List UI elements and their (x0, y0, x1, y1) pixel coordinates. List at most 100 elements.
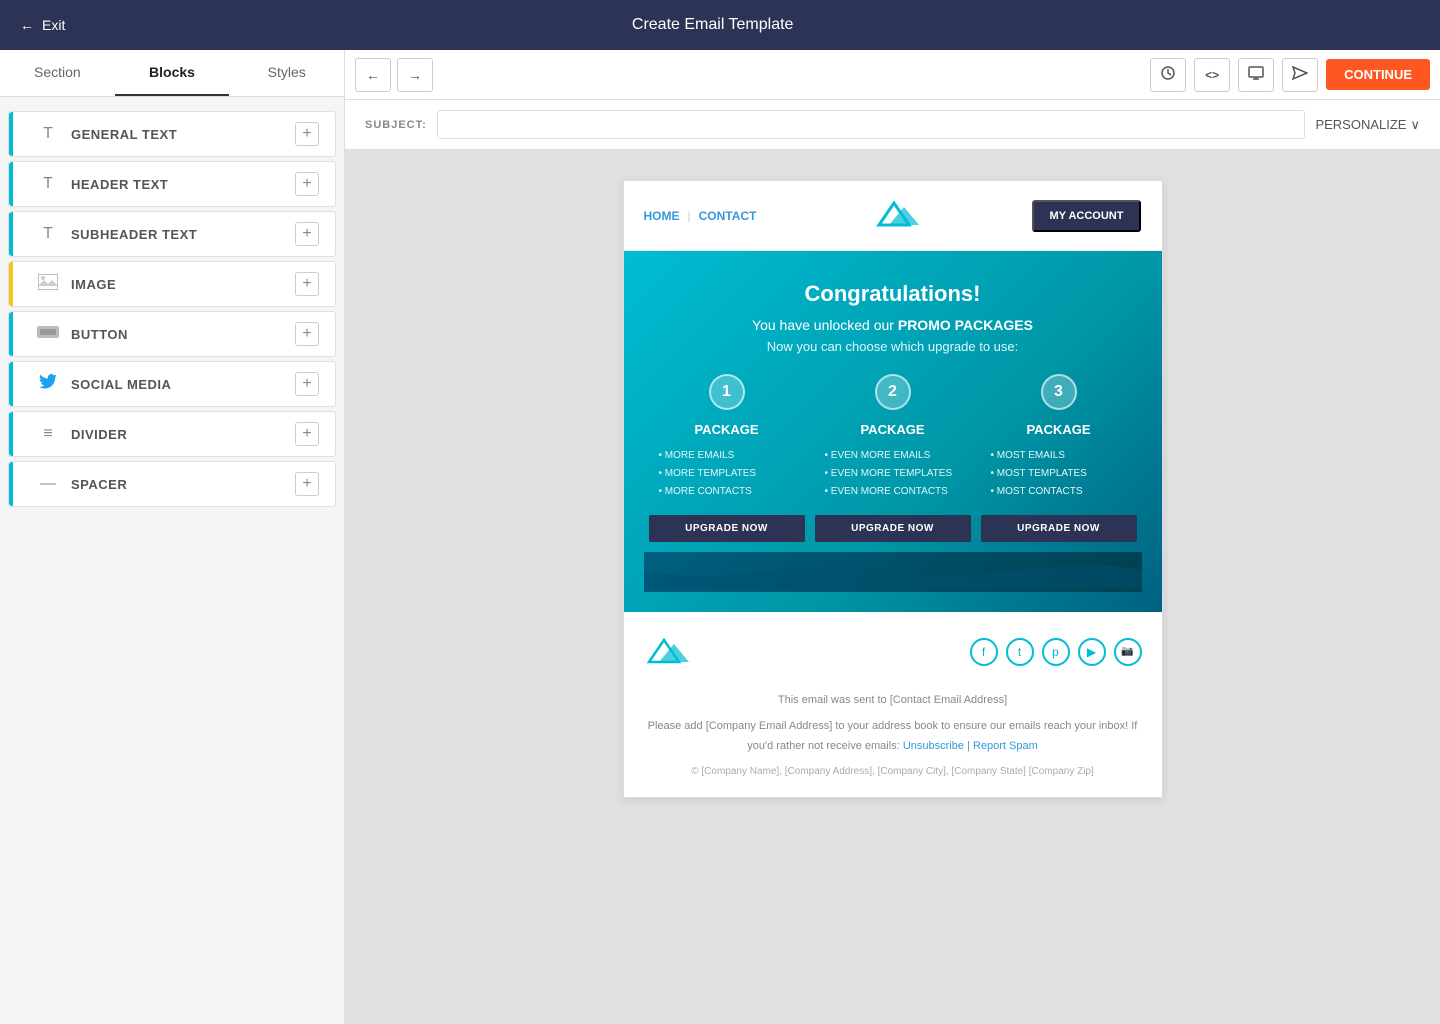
pinterest-icon[interactable]: p (1042, 638, 1070, 666)
add-subheader-text-button[interactable]: + (295, 222, 319, 246)
sidebar-item-button[interactable]: BUTTON + (8, 311, 336, 357)
package-3-upgrade-button[interactable]: UPGRADE NOW (981, 515, 1137, 542)
sidebar-item-accent (9, 262, 13, 306)
sidebar-item-accent (9, 462, 13, 506)
package-2: 2 PACKAGE • EVEN MORE EMAILS • EVEN MORE… (815, 374, 971, 542)
add-social-media-button[interactable]: + (295, 372, 319, 396)
package-1: 1 PACKAGE • MORE EMAILS • MORE TEMPLATES… (649, 374, 805, 542)
sidebar-item-spacer[interactable]: — SPACER + (8, 461, 336, 507)
package-2-features: • EVEN MORE EMAILS • EVEN MORE TEMPLATES… (815, 447, 971, 501)
email-hero: Congratulations! You have unlocked our P… (624, 251, 1162, 612)
email-logo (869, 195, 919, 236)
package-2-feature-2: • EVEN MORE TEMPLATES (825, 465, 971, 483)
package-1-upgrade-button[interactable]: UPGRADE NOW (649, 515, 805, 542)
address-notice: Please add [Company Email Address] to yo… (644, 717, 1142, 757)
preview-icon (1248, 66, 1264, 83)
toolbar-actions: <> (1150, 58, 1430, 92)
add-general-text-button[interactable]: + (295, 122, 319, 146)
send-button[interactable] (1282, 58, 1318, 92)
instagram-icon[interactable]: 📷 (1114, 638, 1142, 666)
personalize-label: PERSONALIZE (1315, 117, 1406, 132)
package-1-num: 1 (709, 374, 745, 410)
exit-arrow-icon: ← (20, 17, 34, 33)
exit-button[interactable]: ← Exit (20, 17, 65, 33)
home-link[interactable]: HOME (644, 209, 680, 223)
package-1-feature-1: • MORE EMAILS (659, 447, 805, 465)
subject-input[interactable] (437, 110, 1306, 139)
hero-title: Congratulations! (644, 281, 1142, 307)
package-2-feature-3: • EVEN MORE CONTACTS (825, 483, 971, 501)
footer-logo (644, 632, 690, 671)
sidebar-item-image[interactable]: IMAGE + (8, 261, 336, 307)
add-header-text-button[interactable]: + (295, 172, 319, 196)
continue-button[interactable]: CONTINUE (1326, 59, 1430, 90)
add-spacer-button[interactable]: + (295, 472, 319, 496)
email-preview: HOME | CONTACT MY ACCOUNT (623, 180, 1163, 798)
nav-separator: | (688, 209, 691, 223)
twitter-icon[interactable]: t (1006, 638, 1034, 666)
footer-top: f t p ▶ 📷 (644, 632, 1142, 671)
text-icon: T (33, 175, 63, 193)
sidebar-item-general-text[interactable]: T GENERAL TEXT + (8, 111, 336, 157)
text-icon: T (33, 125, 63, 143)
sidebar-items-list: T GENERAL TEXT + T HEADER TEXT + T SUBHE… (0, 97, 344, 521)
package-1-title: PACKAGE (649, 422, 805, 437)
personalize-button[interactable]: PERSONALIZE ∨ (1315, 117, 1420, 133)
package-3-num: 3 (1041, 374, 1077, 410)
email-nav: HOME | CONTACT MY ACCOUNT (624, 181, 1162, 251)
tab-section[interactable]: Section (0, 50, 115, 96)
package-3: 3 PACKAGE • MOST EMAILS • MOST TEMPLATES… (981, 374, 1137, 542)
hero-subtitle: You have unlocked our PROMO PACKAGES (644, 317, 1142, 333)
sidebar-item-label: GENERAL TEXT (71, 127, 295, 142)
add-divider-button[interactable]: + (295, 422, 319, 446)
sidebar-item-divider[interactable]: ≡ DIVIDER + (8, 411, 336, 457)
tab-styles[interactable]: Styles (229, 50, 344, 96)
package-2-upgrade-button[interactable]: UPGRADE NOW (815, 515, 971, 542)
history-icon (1160, 65, 1176, 84)
email-preview-container: HOME | CONTACT MY ACCOUNT (345, 150, 1440, 828)
add-button-button[interactable]: + (295, 322, 319, 346)
report-spam-link[interactable]: Report Spam (973, 740, 1038, 752)
package-3-feature-2: • MOST TEMPLATES (991, 465, 1137, 483)
tab-blocks[interactable]: Blocks (115, 50, 230, 96)
code-icon: <> (1205, 68, 1219, 82)
package-2-title: PACKAGE (815, 422, 971, 437)
code-button[interactable]: <> (1194, 58, 1230, 92)
forward-button[interactable]: → (397, 58, 433, 92)
top-bar: ← Exit Create Email Template (0, 0, 1440, 50)
sidebar-item-accent (9, 212, 13, 256)
package-3-title: PACKAGE (981, 422, 1137, 437)
my-account-button[interactable]: MY ACCOUNT (1032, 200, 1142, 232)
unsubscribe-link[interactable]: Unsubscribe (903, 740, 964, 752)
sidebar-item-accent (9, 412, 13, 456)
package-1-feature-2: • MORE TEMPLATES (659, 465, 805, 483)
sidebar-item-accent (9, 362, 13, 406)
back-button[interactable]: ← (355, 58, 391, 92)
spacer-icon: — (33, 475, 63, 493)
divider-icon: ≡ (33, 425, 63, 443)
send-icon (1292, 66, 1308, 83)
add-image-button[interactable]: + (295, 272, 319, 296)
image-icon (33, 274, 63, 295)
facebook-icon[interactable]: f (970, 638, 998, 666)
sidebar-item-header-text[interactable]: T HEADER TEXT + (8, 161, 336, 207)
sidebar-item-subheader-text[interactable]: T SUBHEADER TEXT + (8, 211, 336, 257)
package-3-features: • MOST EMAILS • MOST TEMPLATES • MOST CO… (981, 447, 1137, 501)
packages-container: 1 PACKAGE • MORE EMAILS • MORE TEMPLATES… (644, 374, 1142, 542)
package-3-feature-3: • MOST CONTACTS (991, 483, 1137, 501)
package-1-feature-3: • MORE CONTACTS (659, 483, 805, 501)
preview-button[interactable] (1238, 58, 1274, 92)
button-icon (33, 325, 63, 343)
contact-link[interactable]: CONTACT (699, 209, 757, 223)
wave-decoration (644, 552, 1142, 592)
sidebar-item-social-media[interactable]: SOCIAL MEDIA + (8, 361, 336, 407)
sidebar-item-accent (9, 312, 13, 356)
sidebar-item-label: HEADER TEXT (71, 177, 295, 192)
sidebar-item-accent (9, 112, 13, 156)
email-footer: f t p ▶ 📷 This email was sent to [Contac… (624, 612, 1162, 797)
package-3-feature-1: • MOST EMAILS (991, 447, 1137, 465)
footer-social-links: f t p ▶ 📷 (970, 638, 1142, 666)
chevron-down-icon: ∨ (1410, 117, 1420, 133)
youtube-icon[interactable]: ▶ (1078, 638, 1106, 666)
history-button[interactable] (1150, 58, 1186, 92)
